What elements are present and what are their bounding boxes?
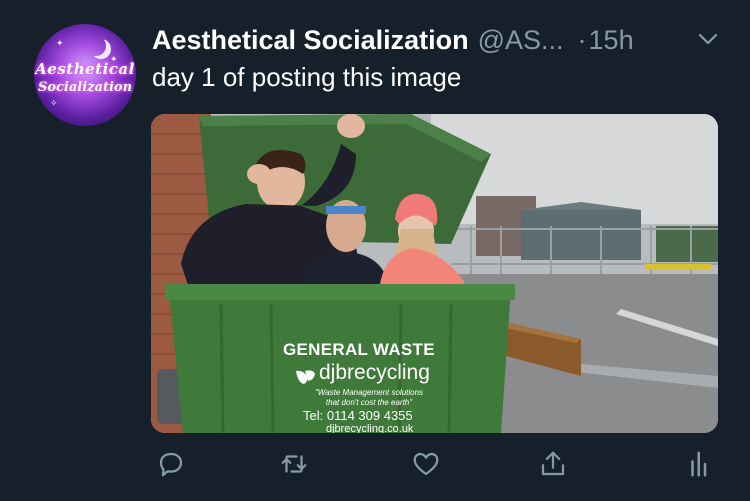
tweet-actions [150, 446, 716, 482]
tweet-header: Aesthetical Socialization @AS... · 15h [152, 24, 720, 56]
recycling-leaf-icon [296, 370, 315, 384]
photo [151, 114, 718, 433]
chevron-down-icon[interactable] [696, 30, 720, 50]
analytics-button[interactable] [682, 446, 718, 482]
retweet-icon [281, 455, 307, 473]
reply-icon [159, 452, 183, 477]
bin-text-url: djbrecycling.co.uk [326, 423, 414, 433]
bin-text-telephone: Tel: 0114 309 4355 [303, 408, 413, 423]
like-icon [413, 452, 439, 476]
moon-icon [86, 36, 106, 56]
tweet-media-image[interactable]: GENERAL WASTE djbrecycling "Waste Manage… [151, 114, 718, 433]
like-button[interactable] [408, 446, 444, 482]
timestamp[interactable]: 15h [589, 25, 634, 56]
user-handle[interactable]: @AS... [478, 25, 564, 56]
bin-text-tagline: "Waste Management solutions that don't c… [314, 388, 424, 407]
share-button[interactable] [535, 446, 571, 482]
sparkle-icon: ✦ [56, 38, 64, 48]
bin-text-title: GENERAL WASTE [283, 340, 435, 359]
bin-text-brand: djbrecycling [319, 361, 430, 384]
avatar[interactable]: ✦ ✦ ✧ Aesthetical Socialization [34, 24, 136, 126]
display-name[interactable]: Aesthetical Socialization [152, 25, 469, 56]
reply-button[interactable] [153, 446, 189, 482]
sparkle-icon: ✧ [50, 98, 58, 108]
share-icon [541, 451, 565, 476]
avatar-text-line2: Socialization [37, 80, 133, 95]
analytics-icon [691, 451, 707, 477]
retweet-button[interactable] [276, 446, 312, 482]
avatar-text-line1: Aesthetical [35, 60, 135, 78]
separator-dot: · [577, 24, 587, 55]
tweet-text: day 1 of posting this image [152, 62, 462, 92]
